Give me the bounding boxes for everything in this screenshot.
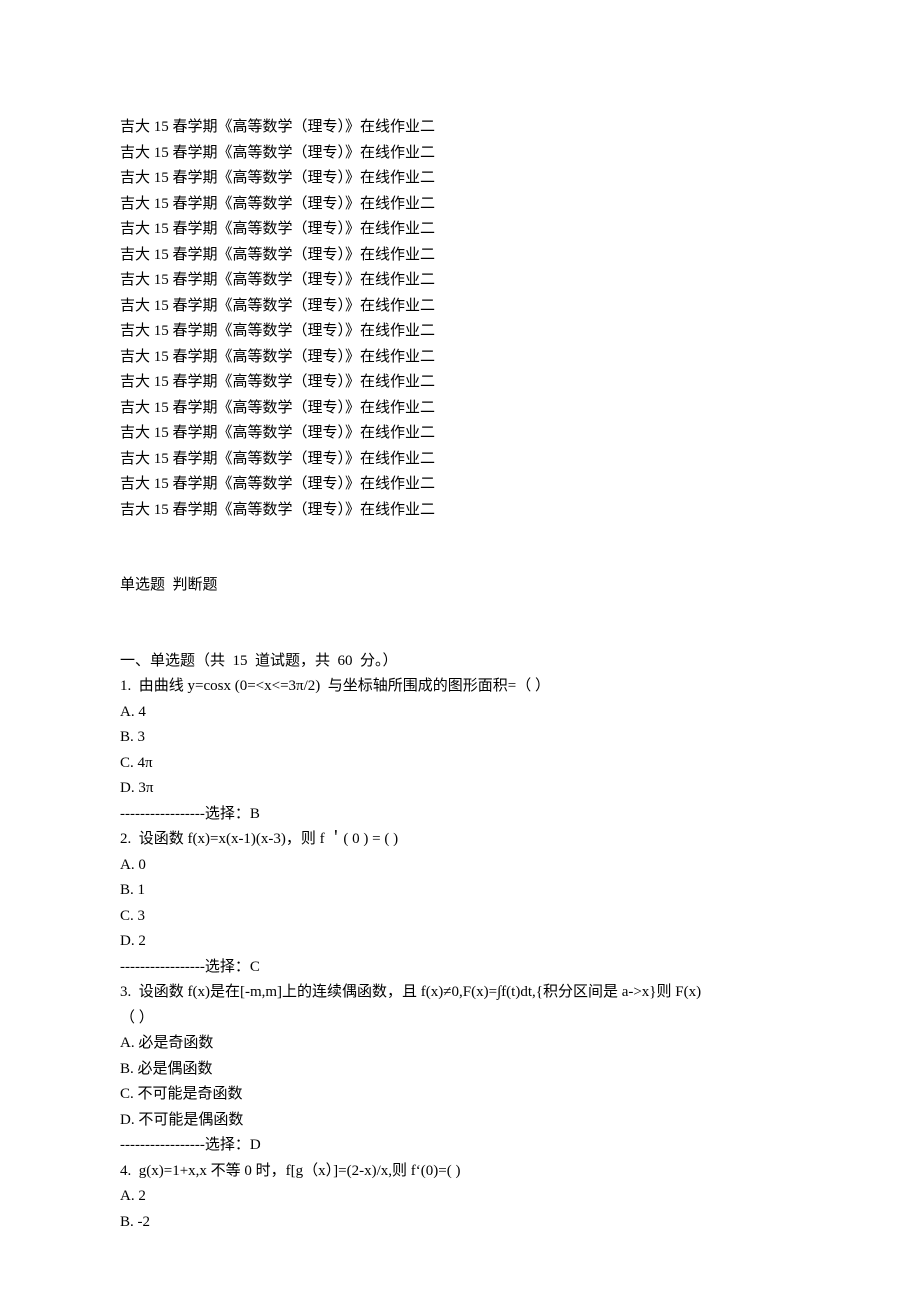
question: 2. 设函数 f(x)=x(x-1)(x-3)，则 f ＇( 0 ) = ( )… (120, 827, 800, 980)
repeated-title-line: 吉大 15 春学期《高等数学（理专）》在线作业二 (120, 192, 800, 218)
repeated-title-line: 吉大 15 春学期《高等数学（理专）》在线作业二 (120, 319, 800, 345)
section1-header: 一、单选题（共 15 道试题，共 60 分。） (120, 649, 800, 675)
repeated-title-line: 吉大 15 春学期《高等数学（理专）》在线作业二 (120, 141, 800, 167)
repeated-title-line: 吉大 15 春学期《高等数学（理专）》在线作业二 (120, 243, 800, 269)
question-option: B. -2 (120, 1210, 800, 1236)
question-stem: 2. 设函数 f(x)=x(x-1)(x-3)，则 f ＇( 0 ) = ( ) (120, 827, 800, 853)
question-stem: 1. 由曲线 y=cosx (0=<x<=3π/2) 与坐标轴所围成的图形面积=… (120, 674, 800, 700)
question-option: B. 1 (120, 878, 800, 904)
document-page: 吉大 15 春学期《高等数学（理专）》在线作业二吉大 15 春学期《高等数学（理… (0, 0, 920, 1302)
question-option: C. 3 (120, 904, 800, 930)
repeated-title-line: 吉大 15 春学期《高等数学（理专）》在线作业二 (120, 166, 800, 192)
repeated-title-line: 吉大 15 春学期《高等数学（理专）》在线作业二 (120, 217, 800, 243)
question-option: A. 2 (120, 1184, 800, 1210)
repeated-title-line: 吉大 15 春学期《高等数学（理专）》在线作业二 (120, 115, 800, 141)
question-stem-cont: （ ） (120, 1006, 800, 1032)
question: 3. 设函数 f(x)是在[-m,m]上的连续偶函数，且 f(x)≠0,F(x)… (120, 980, 800, 1159)
question-option: A. 必是奇函数 (120, 1031, 800, 1057)
repeated-title-line: 吉大 15 春学期《高等数学（理专）》在线作业二 (120, 498, 800, 524)
question-option: C. 不可能是奇函数 (120, 1082, 800, 1108)
repeated-title-line: 吉大 15 春学期《高等数学（理专）》在线作业二 (120, 294, 800, 320)
question-option: C. 4π (120, 751, 800, 777)
question-option: B. 必是偶函数 (120, 1057, 800, 1083)
question-option: D. 2 (120, 929, 800, 955)
repeated-title-line: 吉大 15 春学期《高等数学（理专）》在线作业二 (120, 268, 800, 294)
repeated-title-line: 吉大 15 春学期《高等数学（理专）》在线作业二 (120, 447, 800, 473)
repeated-title-line: 吉大 15 春学期《高等数学（理专）》在线作业二 (120, 472, 800, 498)
question-option: D. 3π (120, 776, 800, 802)
spacer (120, 599, 800, 649)
section-types: 单选题 判断题 (120, 573, 800, 599)
question: 1. 由曲线 y=cosx (0=<x<=3π/2) 与坐标轴所围成的图形面积=… (120, 674, 800, 827)
question-answer: -----------------选择：D (120, 1133, 800, 1159)
question-stem: 3. 设函数 f(x)是在[-m,m]上的连续偶函数，且 f(x)≠0,F(x)… (120, 980, 800, 1006)
question-answer: -----------------选择：B (120, 802, 800, 828)
repeated-title-line: 吉大 15 春学期《高等数学（理专）》在线作业二 (120, 345, 800, 371)
questions-block: 1. 由曲线 y=cosx (0=<x<=3π/2) 与坐标轴所围成的图形面积=… (120, 674, 800, 1235)
question: 4. g(x)=1+x,x 不等 0 时，f[g（x）]=(2-x)/x,则 f… (120, 1159, 800, 1236)
question-option: D. 不可能是偶函数 (120, 1108, 800, 1134)
repeated-title-line: 吉大 15 春学期《高等数学（理专）》在线作业二 (120, 421, 800, 447)
question-stem: 4. g(x)=1+x,x 不等 0 时，f[g（x）]=(2-x)/x,则 f… (120, 1159, 800, 1185)
question-option: B. 3 (120, 725, 800, 751)
repeated-title-line: 吉大 15 春学期《高等数学（理专）》在线作业二 (120, 370, 800, 396)
repeated-title-line: 吉大 15 春学期《高等数学（理专）》在线作业二 (120, 396, 800, 422)
question-answer: -----------------选择：C (120, 955, 800, 981)
spacer (120, 523, 800, 573)
question-option: A. 0 (120, 853, 800, 879)
question-option: A. 4 (120, 700, 800, 726)
repeated-title-block: 吉大 15 春学期《高等数学（理专）》在线作业二吉大 15 春学期《高等数学（理… (120, 115, 800, 523)
